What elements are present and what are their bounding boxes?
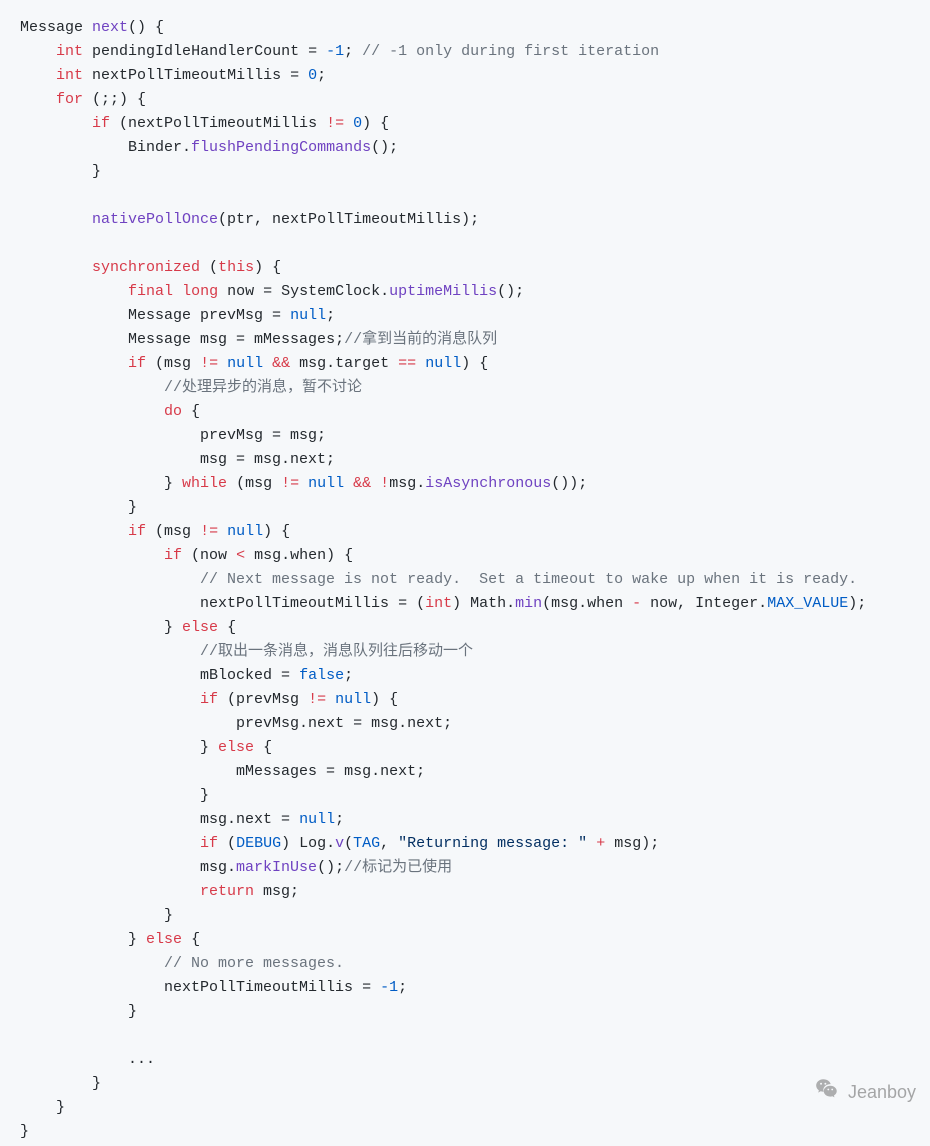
code-line: ... (20, 1051, 155, 1068)
code-line: } (20, 1123, 29, 1140)
code-line: // No more messages. (20, 955, 344, 972)
code-line: Message msg = mMessages;//拿到当前的消息队列 (20, 331, 497, 348)
code-line: Message prevMsg = null; (20, 307, 335, 324)
code-line: if (DEBUG) Log.v(TAG, "Returning message… (20, 835, 659, 852)
code-line: Binder.flushPendingCommands(); (20, 139, 398, 156)
code-line: nextPollTimeoutMillis = (int) Math.min(m… (20, 595, 866, 612)
code-line: mBlocked = false; (20, 667, 353, 684)
code-line: mMessages = msg.next; (20, 763, 425, 780)
code-line: //处理异步的消息，暂不讨论 (20, 379, 362, 396)
code-line: } (20, 499, 137, 516)
code-line: msg.next = null; (20, 811, 344, 828)
code-line: prevMsg = msg; (20, 427, 326, 444)
code-line: } (20, 787, 209, 804)
code-line: } (20, 1003, 137, 1020)
code-content: Message next() { int pendingIdleHandlerC… (20, 19, 866, 1140)
watermark: Jeanboy (814, 1076, 916, 1108)
code-line: if (msg != null && msg.target == null) { (20, 355, 488, 372)
code-line: } else { (20, 739, 272, 756)
code-block: Message next() { int pendingIdleHandlerC… (0, 0, 930, 1146)
code-line: } else { (20, 619, 236, 636)
wechat-icon (814, 1076, 840, 1108)
code-line: final long now = SystemClock.uptimeMilli… (20, 283, 524, 300)
code-line: if (now < msg.when) { (20, 547, 353, 564)
code-line: do { (20, 403, 200, 420)
watermark-text: Jeanboy (848, 1080, 916, 1104)
code-line: Message next() { (20, 19, 164, 36)
code-line: } while (msg != null && !msg.isAsynchron… (20, 475, 587, 492)
code-line: } (20, 163, 101, 180)
code-line: } else { (20, 931, 200, 948)
code-line: if (msg != null) { (20, 523, 290, 540)
code-line: synchronized (this) { (20, 259, 281, 276)
code-line: int nextPollTimeoutMillis = 0; (20, 67, 326, 84)
code-line: nativePollOnce(ptr, nextPollTimeoutMilli… (20, 211, 479, 228)
code-line: nextPollTimeoutMillis = -1; (20, 979, 407, 996)
code-line: if (prevMsg != null) { (20, 691, 398, 708)
code-line: if (nextPollTimeoutMillis != 0) { (20, 115, 389, 132)
code-line: } (20, 1099, 65, 1116)
code-line: prevMsg.next = msg.next; (20, 715, 452, 732)
code-line: msg = msg.next; (20, 451, 335, 468)
code-line: msg.markInUse();//标记为已使用 (20, 859, 452, 876)
code-line: } (20, 907, 173, 924)
code-line: // Next message is not ready. Set a time… (20, 571, 857, 588)
code-line: int pendingIdleHandlerCount = -1; // -1 … (20, 43, 659, 60)
code-line: //取出一条消息，消息队列往后移动一个 (20, 643, 473, 660)
code-line: } (20, 1075, 101, 1092)
code-line: for (;;) { (20, 91, 146, 108)
code-line: return msg; (20, 883, 299, 900)
